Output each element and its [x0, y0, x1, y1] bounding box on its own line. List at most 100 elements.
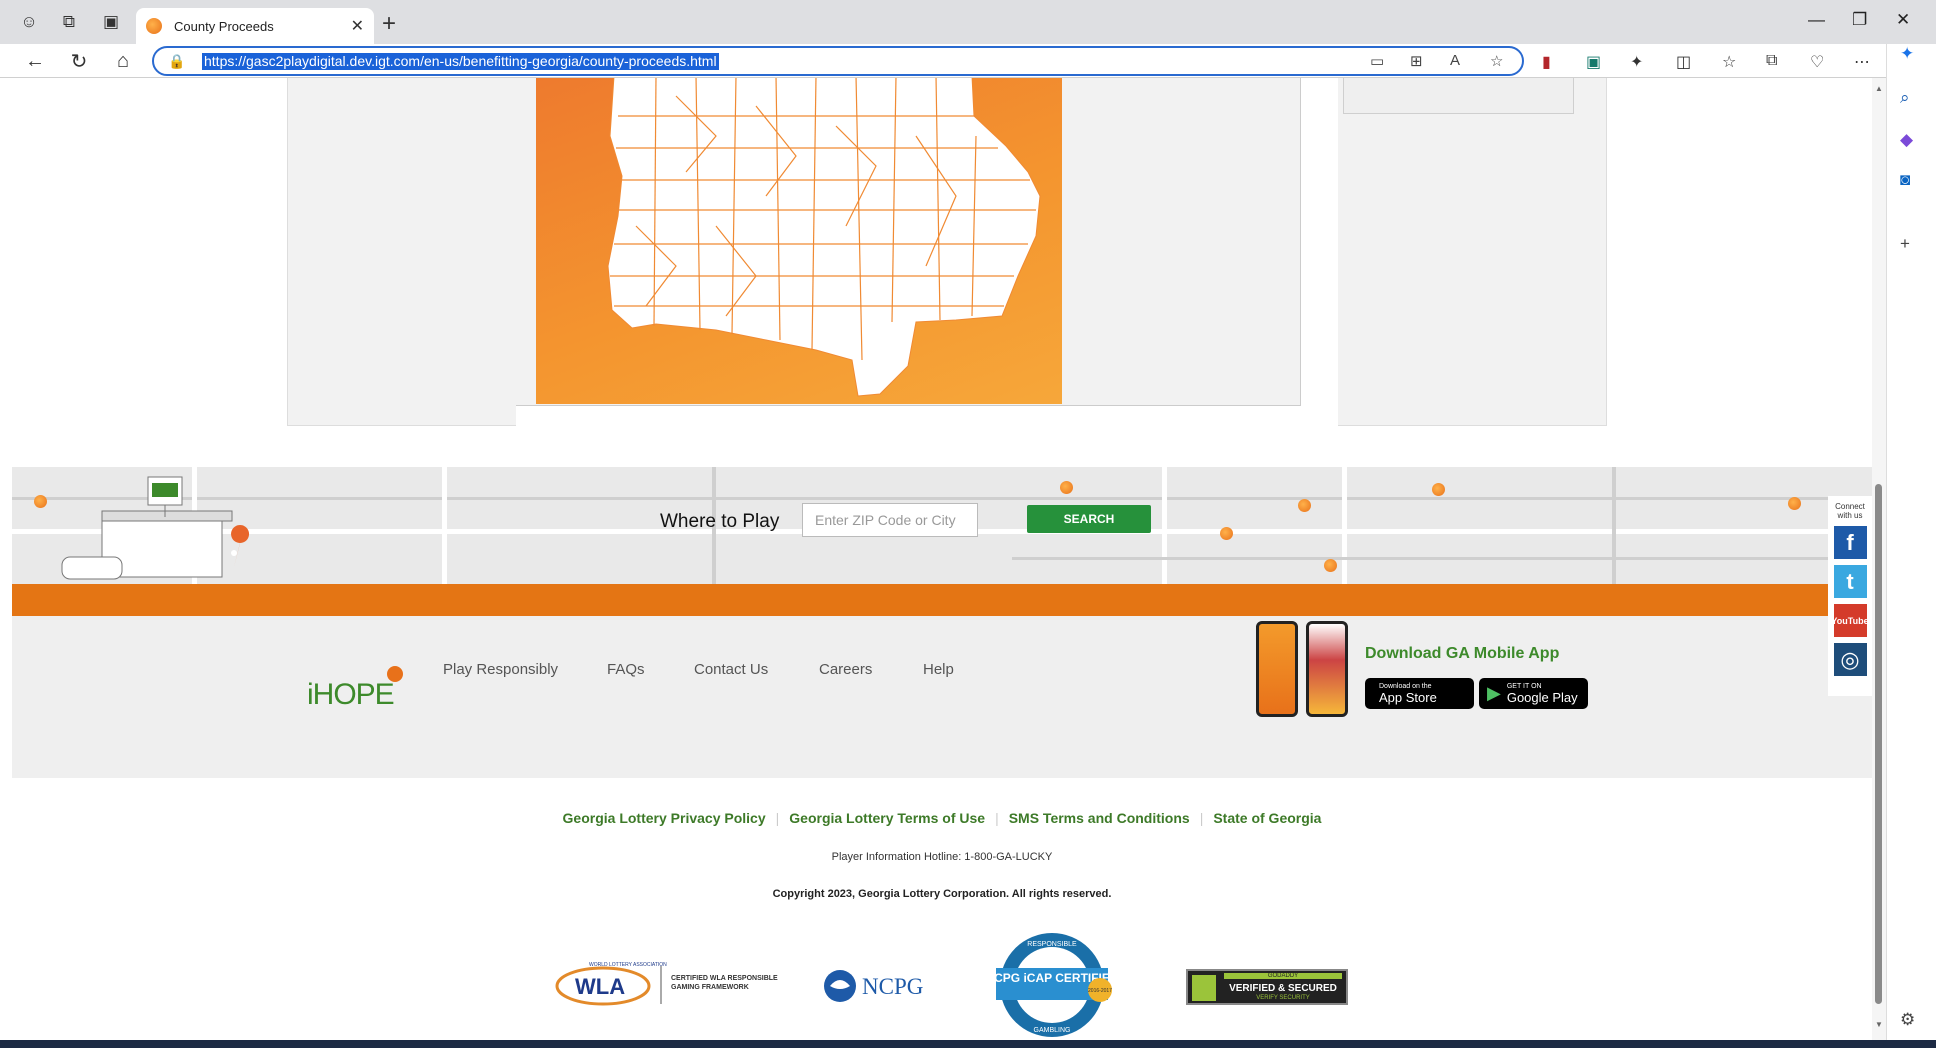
search-icon[interactable]: ⌕ — [1900, 88, 1910, 108]
legal-links: Georgia Lottery Privacy Policy | Georgia L… — [12, 810, 1872, 826]
retailer-search-button[interactable]: SEARCH — [1027, 505, 1151, 533]
ncpg-badge[interactable]: NCPG — [822, 966, 942, 1006]
tab-strip: ☺ ⧉ ▣ County Proceeds ✕ + — ❐ ✕ — [0, 0, 1936, 44]
wla-small-text: WORLD LOTTERY ASSOCIATION — [589, 962, 667, 968]
instagram-icon[interactable]: ◎ — [1833, 643, 1867, 676]
store-illustration — [61, 476, 250, 580]
scroll-up-icon[interactable]: ▲ — [1875, 84, 1883, 93]
footer-link-play-responsibly[interactable]: Play Responsibly — [443, 661, 558, 678]
icap-seal: NCPG iCAP CERTIFIED RESPONSIBLE GAMBLING… — [985, 933, 1119, 1037]
read-aloud-icon[interactable]: A — [1450, 52, 1460, 69]
outlook-icon[interactable]: ◙ — [1900, 170, 1910, 190]
georgia-county-map[interactable] — [536, 78, 1062, 404]
extension-red-icon[interactable]: ▮ — [1542, 52, 1551, 72]
footer-orange-bar — [12, 584, 1872, 616]
extension-teal-icon[interactable]: ▣ — [1586, 52, 1601, 72]
restore-icon[interactable]: ❐ — [1852, 10, 1867, 30]
retailer-pin-icon — [1298, 499, 1311, 512]
vertical-tabs-icon[interactable]: ▣ — [98, 9, 124, 35]
back-icon[interactable]: ← — [22, 48, 48, 74]
copyright: Copyright 2023, Georgia Lottery Corporat… — [772, 888, 1112, 900]
workspaces-icon[interactable]: ⧉ — [56, 9, 82, 35]
app-store-text: App Store — [1379, 689, 1437, 705]
wla-certified-badge[interactable]: WLA WORLD LOTTERY ASSOCIATION CERTIFIED … — [555, 958, 787, 1012]
minimize-icon[interactable]: — — [1808, 10, 1825, 30]
retailer-pin-icon — [1220, 527, 1233, 540]
scroll-down-icon[interactable]: ▼ — [1875, 1020, 1883, 1029]
window-close-icon[interactable]: ✕ — [1896, 10, 1910, 30]
apps-icon[interactable]: ⊞ — [1410, 52, 1423, 70]
footer-link-help[interactable]: Help — [923, 661, 954, 678]
extensions-icon[interactable]: ✦ — [1630, 52, 1643, 72]
retailer-pin-icon — [1060, 481, 1073, 494]
play-store-icon: ▶ — [1487, 683, 1501, 703]
georgia-map-svg — [607, 78, 1041, 397]
collections-icon[interactable]: ⧉ — [1766, 52, 1777, 70]
icap-years-text: 2016-2017 — [1088, 988, 1112, 994]
split-screen-icon[interactable]: ◫ — [1676, 52, 1691, 72]
icap-certified-badge[interactable]: NCPG iCAP CERTIFIED RESPONSIBLE GAMBLING… — [985, 930, 1119, 1040]
page-viewport: Where to Play SEARCH iHOPE Play Responsi… — [12, 78, 1872, 1040]
page-scrollbar[interactable]: ▲ ▼ — [1872, 78, 1886, 1040]
godaddy-secured-badge[interactable]: GODADDY VERIFIED & SECURED VERIFY SECURI… — [1186, 969, 1348, 1005]
google-play-button[interactable]: ▶ GET IT ON Google Play — [1479, 678, 1588, 709]
youtube-icon[interactable]: YouTube — [1831, 604, 1869, 637]
icap-top-text: RESPONSIBLE — [1027, 941, 1077, 948]
tab-title: County Proceeds — [174, 18, 274, 34]
footer-link-contact-us[interactable]: Contact Us — [694, 661, 768, 678]
more-menu-icon[interactable]: ⋯ — [1854, 52, 1870, 72]
footer-link-careers[interactable]: Careers — [819, 661, 872, 678]
mobile-app-phone-image-2 — [1306, 621, 1348, 717]
ihope-logo[interactable]: iHOPE — [307, 666, 403, 712]
google-play-small-text: GET IT ON — [1506, 682, 1542, 690]
twitter-icon[interactable]: t — [1833, 565, 1867, 598]
retailer-pin-icon — [34, 495, 47, 508]
tools-icon[interactable]: ◆ — [1900, 130, 1913, 150]
tab-county-proceeds[interactable]: County Proceeds ✕ — [136, 8, 374, 44]
retailer-pin-icon — [1324, 559, 1337, 572]
ncpg-text: NCPG — [862, 974, 923, 999]
read-aloud-device-icon[interactable]: ▭ — [1370, 52, 1384, 70]
zip-code-input[interactable] — [802, 503, 978, 537]
favorite-star-icon[interactable]: ☆ — [1490, 52, 1503, 70]
lock-shield-icon — [1192, 975, 1216, 1001]
copilot-icon[interactable]: ✦ — [1900, 44, 1914, 64]
connect-with-us-label: Connect with us — [1835, 502, 1865, 520]
godaddy-label: GODADDY — [1224, 973, 1342, 979]
close-tab-icon[interactable]: ✕ — [351, 16, 364, 36]
home-icon[interactable]: ⌂ — [110, 48, 136, 74]
browser-essentials-icon[interactable]: ♡ — [1810, 52, 1824, 72]
address-bar[interactable]: 🔒 https://gasc2playdigital.dev.igt.com/e… — [152, 46, 1524, 76]
profile-avatar-icon[interactable]: ☺ — [16, 9, 42, 35]
state-of-georgia-link[interactable]: State of Georgia — [1203, 810, 1331, 826]
footer-main — [12, 616, 1872, 778]
refresh-icon[interactable]: ↻ — [66, 48, 92, 74]
os-taskbar — [0, 1040, 1936, 1048]
facebook-icon[interactable]: f — [1833, 526, 1867, 559]
edge-sidebar: ✦ ⌕ ◆ ◙ + ⚙ — [1886, 44, 1936, 1048]
social-sidebar: Connect with us f t YouTube ◎ — [1828, 496, 1872, 696]
player-hotline: Player Information Hotline: 1-800-GA-LUC… — [831, 851, 1053, 863]
settings-gear-icon[interactable]: ⚙ — [1900, 1010, 1915, 1030]
ncpg-logo: NCPG — [824, 970, 923, 1002]
verify-security-text: VERIFY SECURITY — [1256, 995, 1310, 1001]
wla-certified-text: CERTIFIED WLA RESPONSIBLE GAMING FRAMEWO… — [671, 975, 778, 991]
lock-icon[interactable]: 🔒 — [168, 53, 185, 70]
favorites-icon[interactable]: ☆ — [1722, 52, 1736, 72]
peach-icon — [387, 666, 403, 682]
app-store-button[interactable]: Download on the App Store — [1365, 678, 1474, 709]
add-sidebar-app-icon[interactable]: + — [1900, 234, 1910, 254]
scrollbar-thumb[interactable] — [1875, 484, 1882, 1004]
url-text[interactable]: https://gasc2playdigital.dev.igt.com/en-… — [202, 53, 719, 70]
mobile-app-phone-image — [1256, 621, 1298, 717]
verified-secured-text: VERIFIED & SECURED — [1229, 983, 1337, 994]
retailer-pin-icon — [1788, 497, 1801, 510]
terms-of-use-link[interactable]: Georgia Lottery Terms of Use — [779, 810, 995, 826]
sms-terms-link[interactable]: SMS Terms and Conditions — [999, 810, 1200, 826]
new-tab-icon[interactable]: + — [382, 10, 396, 38]
wla-text: WLA — [575, 974, 625, 999]
privacy-policy-link[interactable]: Georgia Lottery Privacy Policy — [553, 810, 776, 826]
icap-bottom-text: GAMBLING — [1034, 1027, 1071, 1034]
where-to-play-label: Where to Play — [660, 511, 780, 532]
footer-link-faqs[interactable]: FAQs — [607, 661, 645, 678]
